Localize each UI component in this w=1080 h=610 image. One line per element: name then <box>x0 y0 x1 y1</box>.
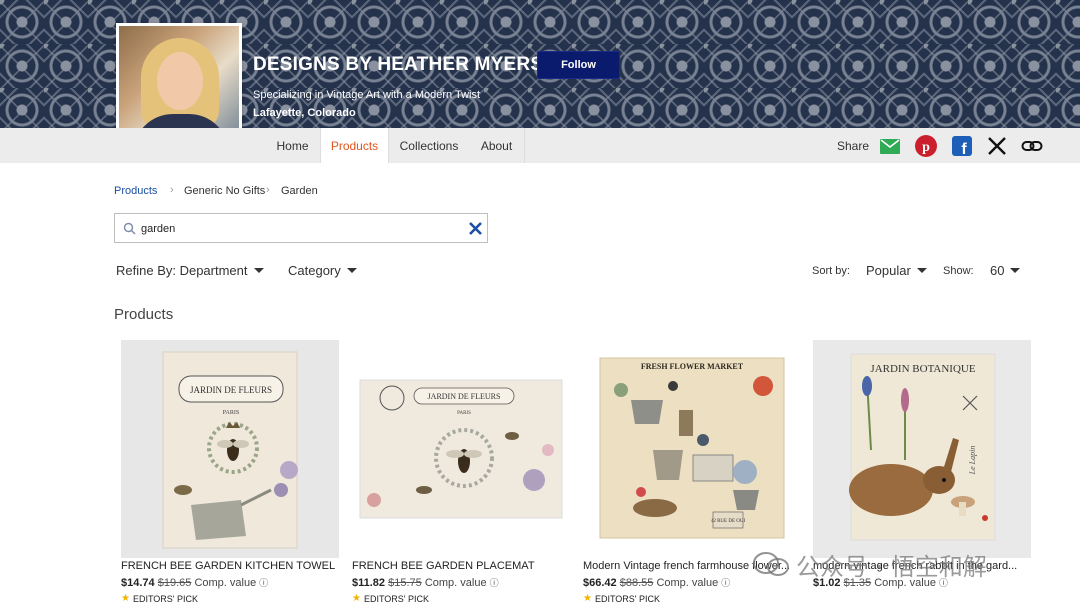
refine-department-dropdown[interactable]: Refine By: Department <box>116 263 264 278</box>
breadcrumb-separator: › <box>266 184 270 196</box>
comp-value-label: Comp. value <box>194 577 257 589</box>
watermark-text: 公众号 · 悟空和解 <box>796 552 987 581</box>
art-title: FRESH FLOWER MARKET <box>641 362 744 371</box>
search-input[interactable] <box>141 219 461 238</box>
art-subtitle: PARIS <box>457 411 471 416</box>
product-image[interactable]: JARDIN BOTANIQUE Le Lapin <box>813 340 1031 558</box>
tab-products[interactable]: Products <box>320 128 389 163</box>
section-title: Products <box>114 306 174 323</box>
editors-pick-label: EDITORS' PICK <box>363 593 430 604</box>
editors-pick-badge: ★ EDITORS' PICK <box>352 593 429 604</box>
category-label: Category <box>288 263 341 278</box>
art-subtitle: PARIS <box>223 410 239 416</box>
product-price: $66.42 <box>583 577 617 589</box>
breadcrumb-products[interactable]: Products <box>114 185 157 197</box>
art-subtitle: 42 RUE DE OUI <box>711 519 746 524</box>
shop-tagline: Specializing in Vintage Art with a Moder… <box>253 89 481 101</box>
breadcrumb-separator: › <box>170 184 174 196</box>
star-icon: ★ <box>352 593 361 604</box>
info-icon: ⓘ <box>489 578 499 588</box>
wechat-icon <box>753 552 789 576</box>
editors-pick-label: EDITORS' PICK <box>594 593 661 604</box>
star-icon: ★ <box>121 593 130 604</box>
shop-name: DESIGNS BY HEATHER MYERS <box>253 54 544 75</box>
sort-label: Sort by: <box>812 265 850 277</box>
product-price: $11.82 <box>352 577 386 589</box>
clear-search-icon[interactable] <box>468 221 483 236</box>
info-icon: ⓘ <box>259 578 269 588</box>
price-row: $66.42 $88.55 Comp. value ⓘ <box>583 576 730 589</box>
category-dropdown[interactable]: Category <box>288 263 357 278</box>
show-count-value: 60 <box>990 263 1005 278</box>
product-old-price: $19.65 <box>157 577 192 589</box>
chevron-down-icon <box>346 268 357 273</box>
art-title: JARDIN DE FLEURS <box>428 392 501 401</box>
chevron-down-icon <box>1010 268 1021 273</box>
breadcrumb-generic-no-gifts[interactable]: Generic No Gifts <box>184 185 265 197</box>
show-count-dropdown[interactable]: 60 <box>990 263 1021 278</box>
tab-home[interactable]: Home <box>264 128 321 163</box>
editors-pick-badge: ★ EDITORS' PICK <box>121 593 198 604</box>
product-image[interactable]: JARDIN DE FLEURS PARIS <box>352 340 570 558</box>
product-card[interactable]: JARDIN DE FLEURS PARIS FRENCH BEE GARDEN… <box>352 340 570 610</box>
svg-text:f: f <box>961 141 967 156</box>
star-icon: ★ <box>583 593 592 604</box>
art-title: JARDIN DE FLEURS <box>190 385 272 395</box>
tab-collections[interactable]: Collections <box>389 128 469 163</box>
x-twitter-icon[interactable] <box>986 135 1008 157</box>
editors-pick-label: EDITORS' PICK <box>132 593 199 604</box>
copy-link-icon[interactable] <box>1021 135 1043 157</box>
pinterest-icon[interactable]: p <box>915 135 937 157</box>
show-label: Show: <box>943 265 974 277</box>
product-title[interactable]: FRENCH BEE GARDEN KITCHEN TOWEL <box>121 560 339 572</box>
shop-location: Lafayette, Colorado <box>253 107 356 119</box>
editors-pick-badge: ★ EDITORS' PICK <box>583 593 660 604</box>
comp-value-label: Comp. value <box>424 577 487 589</box>
info-icon: ⓘ <box>721 578 731 588</box>
product-old-price: $88.55 <box>619 577 654 589</box>
facebook-icon[interactable]: f <box>951 135 973 157</box>
product-title[interactable]: FRENCH BEE GARDEN PLACEMAT <box>352 560 570 572</box>
search-icon <box>123 222 136 235</box>
product-price: $14.74 <box>121 577 155 589</box>
search-box <box>114 213 488 243</box>
art-subtitle: Le Lapin <box>968 446 977 476</box>
art-title: JARDIN BOTANIQUE <box>870 363 975 375</box>
refine-department-label: Refine By: Department <box>116 263 248 278</box>
chevron-down-icon <box>916 268 927 273</box>
product-image[interactable]: FRESH FLOWER MARKET 42 RUE DE OUI <box>583 340 801 558</box>
price-row: $14.74 $19.65 Comp. value ⓘ <box>121 576 268 589</box>
watermark: 公众号 · 悟空和解 <box>752 548 987 581</box>
breadcrumb-garden: Garden <box>281 185 318 197</box>
comp-value-label: Comp. value <box>656 577 719 589</box>
email-icon[interactable] <box>879 135 901 157</box>
product-old-price: $15.75 <box>388 577 422 589</box>
chevron-down-icon <box>253 268 264 273</box>
price-row: $11.82 $15.75 Comp. value ⓘ <box>352 576 499 589</box>
sort-dropdown[interactable]: Popular <box>866 263 927 278</box>
tab-about[interactable]: About <box>469 128 525 163</box>
sort-value: Popular <box>866 263 911 278</box>
share-label: Share <box>837 139 870 153</box>
svg-text:p: p <box>922 140 930 155</box>
product-card[interactable]: JARDIN DE FLEURS PARIS FRENCH BEE GARDEN… <box>121 340 339 610</box>
follow-button[interactable]: Follow <box>537 51 620 79</box>
product-image[interactable]: JARDIN DE FLEURS PARIS <box>121 340 339 558</box>
